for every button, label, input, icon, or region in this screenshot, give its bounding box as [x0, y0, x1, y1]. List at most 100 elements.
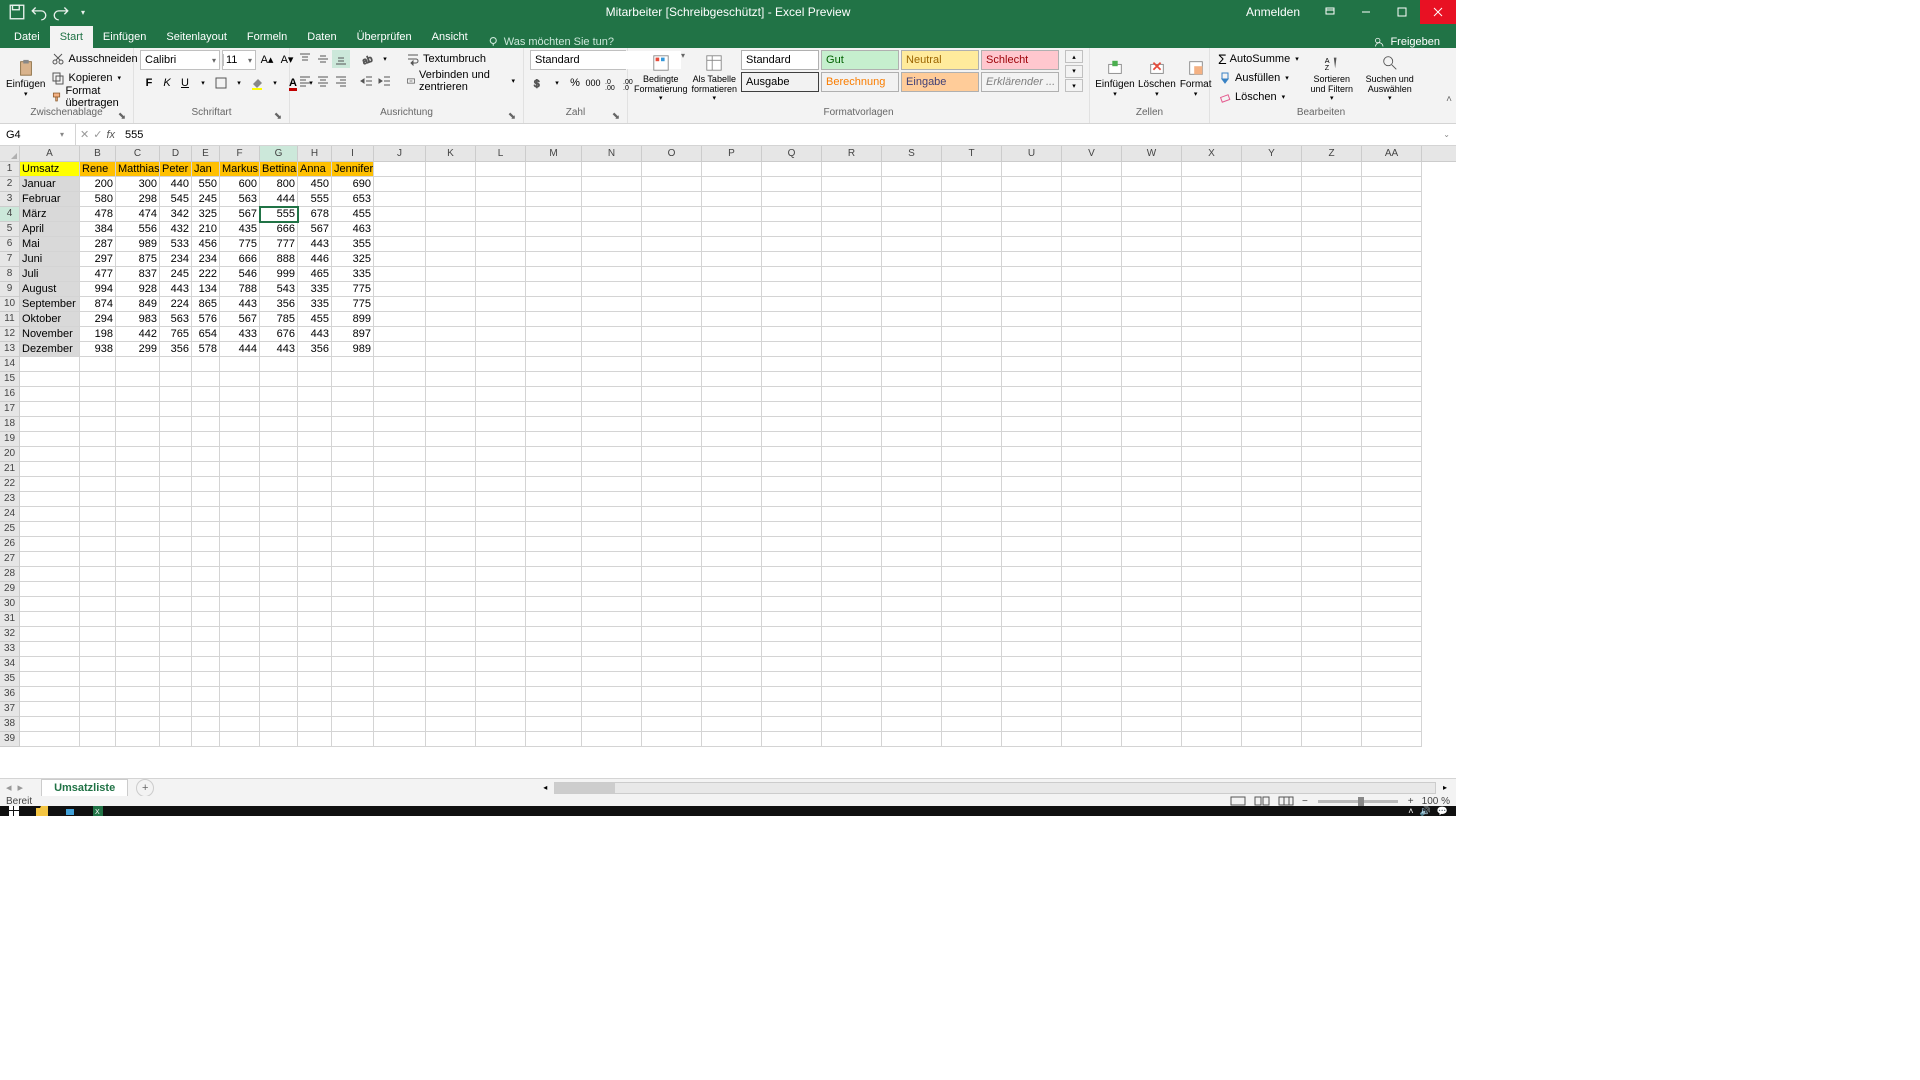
cell[interactable]	[1362, 687, 1422, 702]
cell[interactable]	[426, 537, 476, 552]
cell[interactable]	[822, 567, 882, 582]
cell[interactable]	[476, 687, 526, 702]
cell[interactable]	[1062, 687, 1122, 702]
cell[interactable]	[582, 642, 642, 657]
cell[interactable]	[298, 732, 332, 747]
cell[interactable]: 446	[298, 252, 332, 267]
cell[interactable]	[702, 552, 762, 567]
cell[interactable]	[642, 627, 702, 642]
tell-me-search[interactable]: Was möchten Sie tun?	[478, 36, 624, 48]
cell[interactable]	[882, 582, 942, 597]
cell[interactable]	[1062, 582, 1122, 597]
cell[interactable]	[1122, 522, 1182, 537]
cell[interactable]	[1242, 177, 1302, 192]
cell[interactable]	[1062, 177, 1122, 192]
cell[interactable]	[80, 582, 116, 597]
cell[interactable]	[1122, 222, 1182, 237]
cell[interactable]	[426, 567, 476, 582]
cell[interactable]	[332, 522, 374, 537]
row-header[interactable]: 28	[0, 567, 20, 582]
cell[interactable]	[702, 372, 762, 387]
cell[interactable]	[80, 357, 116, 372]
cell[interactable]	[762, 297, 822, 312]
cell[interactable]: 928	[116, 282, 160, 297]
cell[interactable]	[1182, 387, 1242, 402]
cell[interactable]: 134	[192, 282, 220, 297]
cell[interactable]	[762, 237, 822, 252]
cell[interactable]	[1002, 507, 1062, 522]
cell[interactable]: Bettina	[260, 162, 298, 177]
cell[interactable]: 666	[220, 252, 260, 267]
cell[interactable]	[1182, 342, 1242, 357]
cell[interactable]	[332, 537, 374, 552]
cell[interactable]	[20, 657, 80, 672]
cell[interactable]	[476, 417, 526, 432]
cell[interactable]	[426, 552, 476, 567]
cell[interactable]	[762, 672, 822, 687]
cell[interactable]	[1062, 597, 1122, 612]
style-ausgabe[interactable]: Ausgabe	[741, 72, 819, 92]
cell[interactable]	[762, 267, 822, 282]
cell[interactable]	[220, 447, 260, 462]
style-gut[interactable]: Gut	[821, 50, 899, 70]
style-eingabe[interactable]: Eingabe	[901, 72, 979, 92]
cell[interactable]	[822, 627, 882, 642]
cell[interactable]	[1302, 672, 1362, 687]
cell[interactable]	[942, 402, 1002, 417]
cell[interactable]: 875	[116, 252, 160, 267]
row-header[interactable]: 17	[0, 402, 20, 417]
tab-datei[interactable]: Datei	[4, 26, 50, 48]
cell[interactable]	[332, 687, 374, 702]
cell[interactable]	[220, 642, 260, 657]
cell[interactable]: Februar	[20, 192, 80, 207]
cell[interactable]	[526, 402, 582, 417]
cell[interactable]	[1062, 402, 1122, 417]
cell[interactable]	[476, 447, 526, 462]
cell[interactable]	[642, 717, 702, 732]
row-header[interactable]: 1	[0, 162, 20, 177]
cell[interactable]	[942, 537, 1002, 552]
cell[interactable]	[1242, 342, 1302, 357]
cell[interactable]	[1242, 222, 1302, 237]
cell[interactable]	[20, 612, 80, 627]
cell[interactable]	[476, 177, 526, 192]
cell[interactable]	[426, 462, 476, 477]
cell[interactable]	[1182, 327, 1242, 342]
cell[interactable]	[260, 447, 298, 462]
cell[interactable]	[1002, 177, 1062, 192]
cell[interactable]	[526, 282, 582, 297]
cell[interactable]	[260, 492, 298, 507]
clear-button[interactable]: Löschen▾	[1216, 88, 1301, 106]
cell[interactable]: Jan	[192, 162, 220, 177]
cell[interactable]	[526, 522, 582, 537]
cell[interactable]	[220, 702, 260, 717]
cell[interactable]	[260, 642, 298, 657]
cell[interactable]	[822, 402, 882, 417]
format-painter-button[interactable]: Format übertragen	[49, 88, 139, 106]
cell[interactable]: 294	[80, 312, 116, 327]
cell[interactable]	[298, 507, 332, 522]
font-name-input[interactable]	[141, 54, 209, 66]
cell[interactable]: 477	[80, 267, 116, 282]
cell[interactable]	[1002, 237, 1062, 252]
cell[interactable]	[1182, 687, 1242, 702]
cell[interactable]: 443	[160, 282, 192, 297]
cell[interactable]	[1122, 237, 1182, 252]
cell[interactable]	[822, 732, 882, 747]
cell[interactable]	[1062, 612, 1122, 627]
cell[interactable]	[642, 282, 702, 297]
cell[interactable]	[1002, 297, 1062, 312]
cell[interactable]: 455	[298, 312, 332, 327]
cell[interactable]	[298, 432, 332, 447]
cell[interactable]	[942, 507, 1002, 522]
paste-button[interactable]: Einfügen ▾	[6, 50, 45, 106]
cell[interactable]	[582, 477, 642, 492]
cell[interactable]	[822, 252, 882, 267]
row-header[interactable]: 2	[0, 177, 20, 192]
cell[interactable]	[260, 462, 298, 477]
cell[interactable]	[582, 207, 642, 222]
cell[interactable]	[1182, 507, 1242, 522]
cell[interactable]	[702, 717, 762, 732]
cell[interactable]	[1122, 402, 1182, 417]
cell[interactable]	[160, 387, 192, 402]
